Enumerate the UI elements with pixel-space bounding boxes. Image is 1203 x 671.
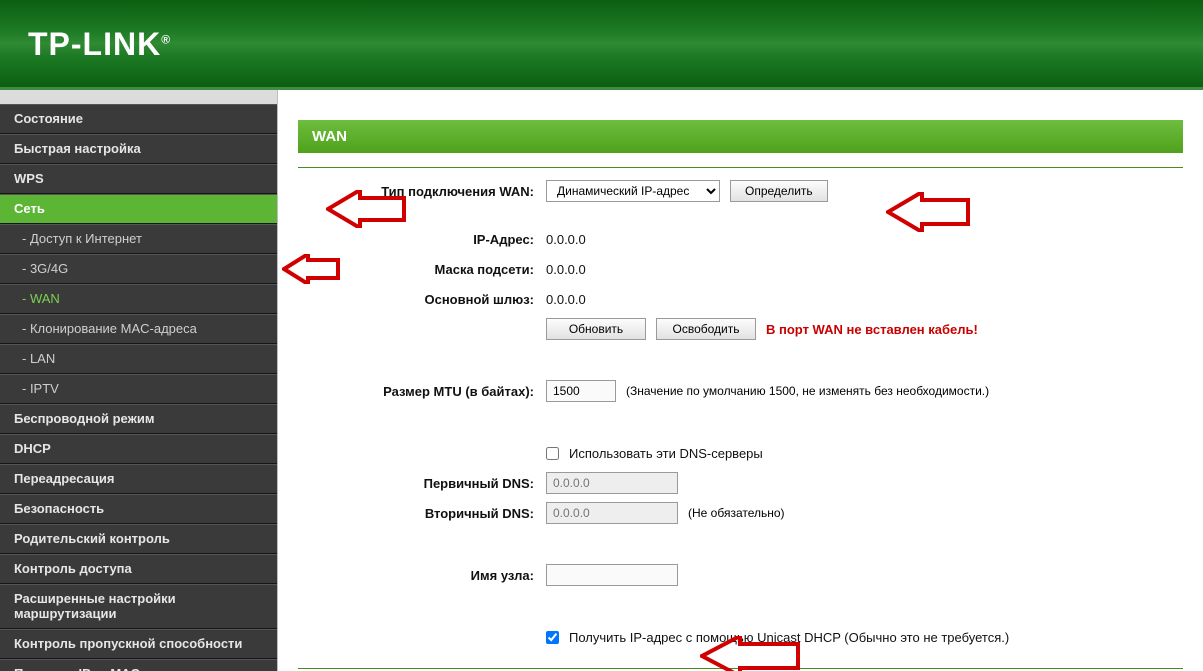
app-header: TP-LINK®	[0, 0, 1203, 90]
sidebar-subitem[interactable]: - 3G/4G	[0, 254, 277, 284]
sidebar-subitem[interactable]: - Клонирование MAC-адреса	[0, 314, 277, 344]
use-dns-label: Использовать эти DNS-серверы	[569, 446, 763, 461]
main-panel: WAN Тип подключения WAN: Динамический IP…	[278, 90, 1203, 671]
sidebar-item[interactable]: Безопасность	[0, 494, 277, 524]
sidebar-item[interactable]: Состояние	[0, 104, 277, 134]
cable-warning: В порт WAN не вставлен кабель!	[766, 322, 978, 337]
sidebar-item[interactable]: Переадресация	[0, 464, 277, 494]
release-button[interactable]: Освободить	[656, 318, 756, 340]
gw-value: 0.0.0.0	[546, 292, 586, 307]
wan-type-select[interactable]: Динамический IP-адрес	[546, 180, 720, 202]
trademark-icon: ®	[161, 32, 171, 46]
dns2-input[interactable]	[546, 502, 678, 524]
unicast-label: Получить IP-адрес с помощью Unicast DHCP…	[569, 630, 1009, 645]
host-label: Имя узла:	[298, 568, 546, 583]
sidebar-item[interactable]: WPS	[0, 164, 277, 194]
panel-title: WAN	[298, 120, 1183, 153]
sidebar-item[interactable]: Быстрая настройка	[0, 134, 277, 164]
sidebar-item[interactable]: Родительский контроль	[0, 524, 277, 554]
sidebar-item[interactable]: Контроль пропускной способности	[0, 629, 277, 659]
sidebar-item[interactable]: DHCP	[0, 434, 277, 464]
gw-label: Основной шлюз:	[298, 292, 546, 307]
divider	[298, 668, 1183, 669]
dns1-label: Первичный DNS:	[298, 476, 546, 491]
sidebar-item[interactable]: Расширенные настройки маршрутизации	[0, 584, 277, 629]
sidebar-subitem[interactable]: - LAN	[0, 344, 277, 374]
renew-button[interactable]: Обновить	[546, 318, 646, 340]
dns1-input[interactable]	[546, 472, 678, 494]
sidebar-subitem[interactable]: - Доступ к Интернет	[0, 224, 277, 254]
sidebar-item[interactable]: Сеть	[0, 194, 277, 224]
sidebar-item[interactable]: Беспроводной режим	[0, 404, 277, 434]
dns2-hint: (Не обязательно)	[688, 506, 785, 520]
dns2-label: Вторичный DNS:	[298, 506, 546, 521]
brand-logo: TP-LINK®	[28, 26, 171, 63]
host-input[interactable]	[546, 564, 678, 586]
use-dns-checkbox[interactable]	[546, 447, 559, 460]
mtu-input[interactable]	[546, 380, 616, 402]
detect-button[interactable]: Определить	[730, 180, 828, 202]
ip-value: 0.0.0.0	[546, 232, 586, 247]
mtu-label: Размер MTU (в байтах):	[298, 384, 546, 399]
sidebar-nav: СостояниеБыстрая настройкаWPSСеть- Досту…	[0, 90, 278, 671]
brand-text: TP-LINK	[28, 26, 161, 62]
unicast-checkbox[interactable]	[546, 631, 559, 644]
sidebar-item[interactable]: Привязка IP- и MAC-адресов	[0, 659, 277, 671]
sidebar-subitem[interactable]: - IPTV	[0, 374, 277, 404]
mtu-hint: (Значение по умолчанию 1500, не изменять…	[626, 384, 989, 398]
sidebar-subitem[interactable]: - WAN	[0, 284, 277, 314]
ip-label: IP-Адрес:	[298, 232, 546, 247]
mask-label: Маска подсети:	[298, 262, 546, 277]
wan-type-label: Тип подключения WAN:	[298, 184, 546, 199]
mask-value: 0.0.0.0	[546, 262, 586, 277]
divider	[298, 167, 1183, 168]
sidebar-item[interactable]: Контроль доступа	[0, 554, 277, 584]
